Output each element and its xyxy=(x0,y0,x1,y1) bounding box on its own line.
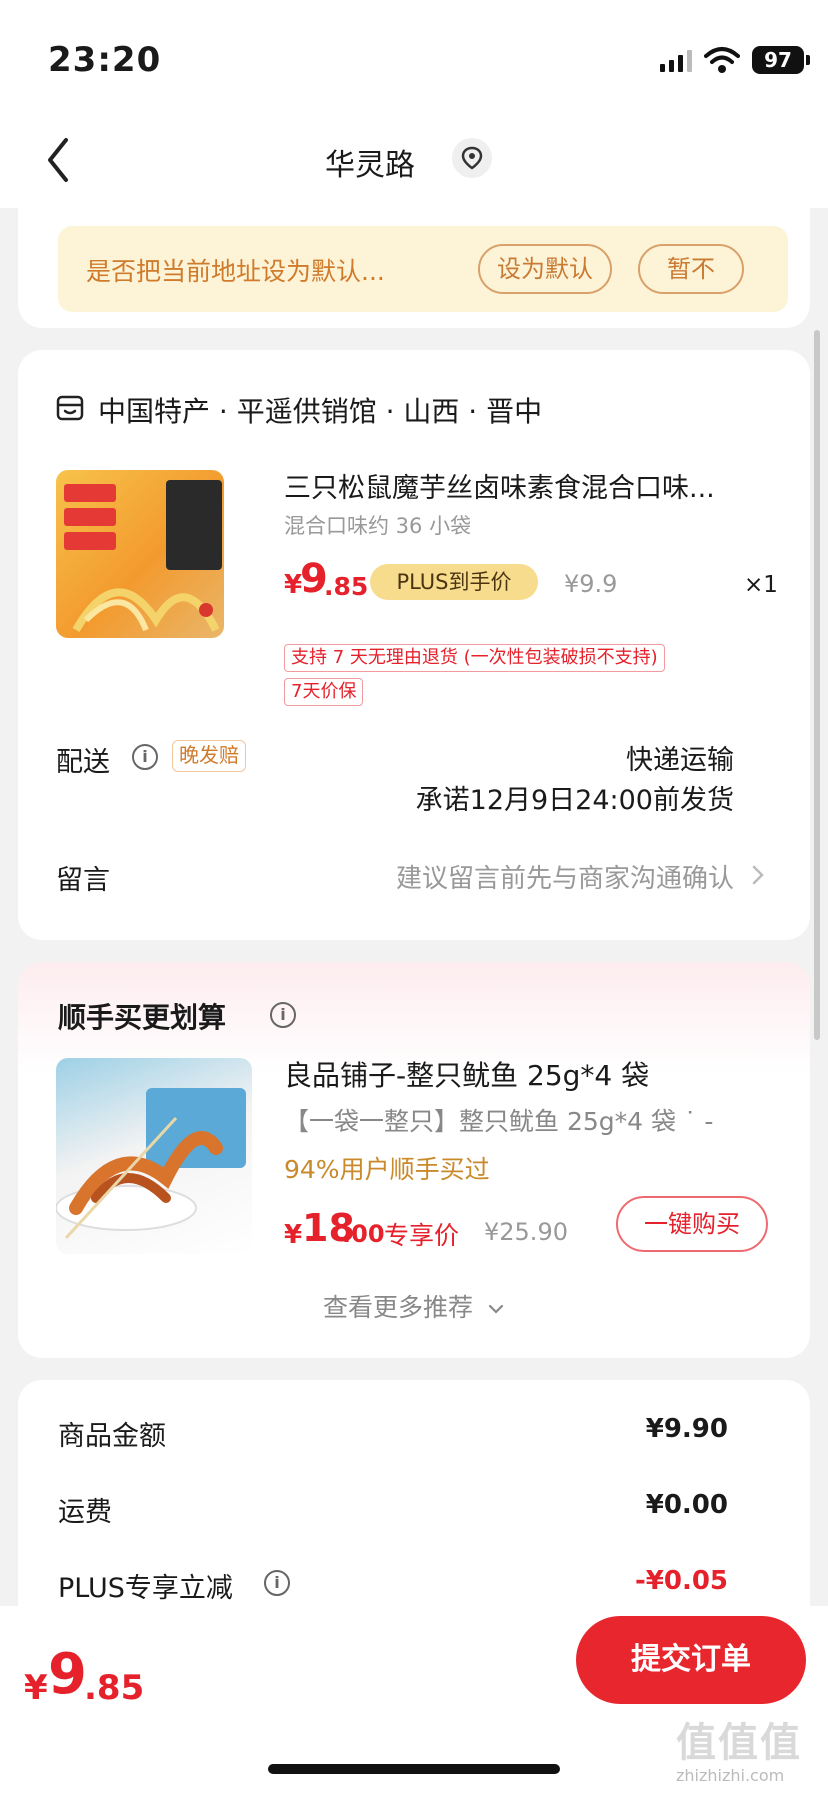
store-icon xyxy=(56,395,84,421)
bottom-bar: ¥ 9 .85 提交订单 值值值 zhizhizhi.com xyxy=(0,1606,828,1793)
chevron-right-icon[interactable] xyxy=(750,864,766,886)
top-area: 23:20 97 华灵路 xyxy=(0,0,828,208)
store-name[interactable]: 中国特产 · 平遥供销馆 · 山西 · 晋中 xyxy=(98,390,542,430)
recommend-price-label: 专享价 xyxy=(384,1221,460,1250)
status-time: 23:20 xyxy=(48,40,162,80)
watermark-url: zhizhizhi.com xyxy=(676,1766,785,1785)
summary-shipping-value: ¥0.00 xyxy=(645,1490,728,1520)
order-card: 中国特产 · 平遥供销馆 · 山西 · 晋中 三只松鼠魔芋丝卤味素食混合口味..… xyxy=(18,350,810,940)
return-policy-tag: 支持 7 天无理由退货 (一次性包装破损不支持) xyxy=(284,644,665,672)
scrollbar[interactable] xyxy=(814,330,820,1040)
summary-shipping-label: 运费 xyxy=(58,1497,112,1528)
recommend-card: 顺手买更划算 i 良品铺子-整只鱿鱼 25g*4 袋 【一袋一整只】整只鱿鱼 2… xyxy=(18,962,810,1358)
summary-plus-label: PLUS专享立减 xyxy=(58,1573,233,1604)
submit-order-button[interactable]: 提交订单 xyxy=(576,1616,806,1704)
summary-plus-value: -¥0.05 xyxy=(634,1566,728,1596)
shipping-method[interactable]: 快递运输 xyxy=(626,738,734,777)
set-default-button[interactable]: 设为默认 xyxy=(478,244,612,294)
recommend-original-price: ¥25.90 xyxy=(484,1218,568,1246)
price-protect-tag: 7天价保 xyxy=(284,678,364,706)
recommend-product-desc: 【一袋一整只】整只鱿鱼 25g*4 袋 ˙ - xyxy=(284,1107,714,1136)
recommend-info-icon[interactable]: i xyxy=(270,1002,296,1028)
total-price-integer: 9 xyxy=(48,1642,87,1707)
shipping-label: 配送 xyxy=(56,747,110,778)
signal-icon xyxy=(660,50,692,72)
recommend-price-symbol: ¥ xyxy=(284,1220,303,1250)
summary-goods-value: ¥9.90 xyxy=(645,1414,728,1444)
nav-title: 华灵路 xyxy=(325,148,415,183)
product-image[interactable] xyxy=(56,470,224,638)
plus-price-tag: PLUS到手价 xyxy=(370,564,538,600)
recommend-social-proof: 94%用户顺手买过 xyxy=(284,1155,490,1184)
product-price-decimal: .85 xyxy=(324,572,369,601)
one-click-buy-button[interactable]: 一键购买 xyxy=(616,1196,768,1252)
product-image-art xyxy=(64,480,222,632)
not-now-button[interactable]: 暂不 xyxy=(638,244,744,294)
chevron-down-icon xyxy=(488,1304,504,1314)
more-recommend-link[interactable]: 查看更多推荐 xyxy=(18,1288,810,1324)
home-indicator[interactable] xyxy=(268,1764,560,1774)
product-quantity: ×1 xyxy=(744,572,778,598)
more-recommend-label: 查看更多推荐 xyxy=(323,1293,474,1322)
memo-label: 留言 xyxy=(56,865,110,896)
late-compensation-tag: 晚发赔 xyxy=(172,740,246,772)
product-spec: 混合口味约 36 小袋 xyxy=(284,514,472,538)
back-chevron-icon[interactable] xyxy=(36,128,80,192)
wifi-icon xyxy=(704,47,740,73)
memo-input[interactable]: 建议留言前先与商家沟通确认 xyxy=(396,858,734,895)
recommend-price-decimal: .00 xyxy=(342,1220,385,1248)
default-address-banner: 是否把当前地址设为默认... 设为默认 暂不 xyxy=(58,226,788,312)
default-address-card: 是否把当前地址设为默认... 设为默认 暂不 xyxy=(18,208,810,328)
recommend-image-art xyxy=(56,1088,246,1240)
total-price-symbol: ¥ xyxy=(24,1668,48,1708)
product-original-price: ¥9.9 xyxy=(564,570,618,598)
default-address-prompt: 是否把当前地址设为默认... xyxy=(86,257,385,286)
plus-discount-info-icon[interactable]: i xyxy=(264,1570,290,1596)
status-bar: 23:20 97 xyxy=(0,0,828,120)
product-title[interactable]: 三只松鼠魔芋丝卤味素食混合口味... xyxy=(284,466,784,505)
battery-icon: 97 xyxy=(752,46,810,74)
shipping-info-icon[interactable]: i xyxy=(132,744,158,770)
location-icon[interactable] xyxy=(452,138,492,178)
recommend-product-image[interactable] xyxy=(56,1058,252,1254)
total-price-decimal: .85 xyxy=(84,1668,145,1708)
watermark: 值值值 xyxy=(676,1720,802,1766)
shipping-promise: 承诺12月9日24:00前发货 xyxy=(415,785,734,816)
recommend-title: 顺手买更划算 xyxy=(58,1001,227,1034)
summary-goods-label: 商品金额 xyxy=(58,1421,166,1452)
recommend-product-name[interactable]: 良品铺子-整只鱿鱼 25g*4 袋 xyxy=(284,1054,649,1094)
